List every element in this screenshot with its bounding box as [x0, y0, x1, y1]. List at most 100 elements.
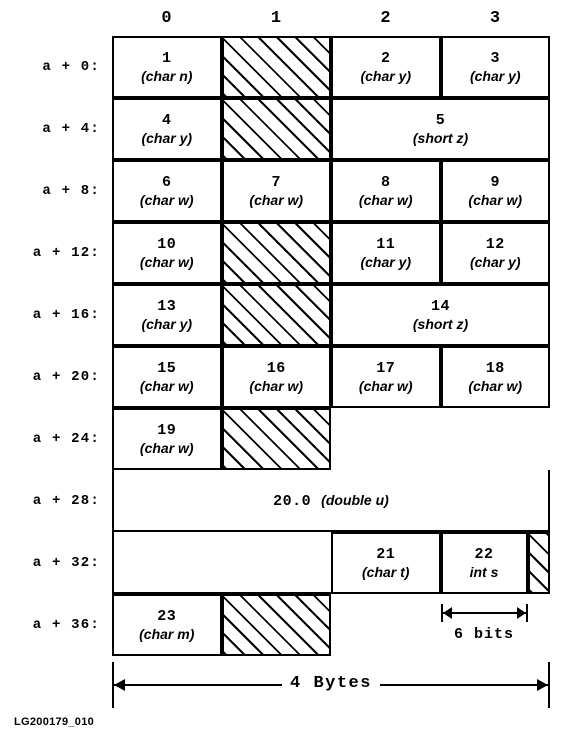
field-cell-17: 17 (char w) — [331, 346, 441, 408]
field-type: (char w) — [139, 377, 194, 394]
field-type: (char w) — [139, 253, 194, 270]
field-cell-6: 6 (char w) — [112, 160, 222, 222]
column-header-2: 2 — [380, 9, 392, 28]
field-cell-2: 2 (char y) — [331, 36, 441, 98]
field-cell-18: 18 (char w) — [440, 346, 550, 408]
field-cell-22-bitfield: 22 int s — [440, 532, 528, 594]
field-type: (char w) — [468, 377, 523, 394]
row-offset-label-a-plus-32: a + 32: — [32, 555, 100, 571]
field-number: 13 — [157, 297, 177, 315]
field-number: 7 — [271, 173, 281, 191]
table-row: 21 (char t) 22 int s — [112, 532, 550, 594]
padding-cell — [221, 222, 331, 284]
field-cell-5: 5 (short z) — [331, 98, 550, 160]
field-cell-1: 1 (char n) — [112, 36, 222, 98]
field-type: (char y) — [469, 253, 521, 270]
open-area-cell — [331, 408, 550, 470]
field-type: int s — [469, 563, 499, 580]
field-number: 19 — [157, 421, 177, 439]
field-number: 20.0 — [273, 492, 312, 510]
padding-cell — [221, 36, 331, 98]
row-offset-label-a-plus-0: a + 0: — [42, 59, 100, 75]
row-offset-label-a-plus-28: a + 28: — [32, 493, 100, 509]
field-number: 11 — [376, 235, 396, 253]
field-type: (char y) — [360, 253, 412, 270]
field-cell-11: 11 (char y) — [331, 222, 441, 284]
field-type: (char y) — [141, 129, 193, 146]
field-number: 22 — [474, 545, 494, 563]
field-number: 15 — [157, 359, 177, 377]
field-cell-3: 3 (char y) — [440, 36, 550, 98]
padding-cell — [221, 98, 331, 160]
field-number: 18 — [485, 359, 505, 377]
field-number: 3 — [490, 49, 500, 67]
row-offset-label-a-plus-4: a + 4: — [42, 121, 100, 137]
row-offset-label-a-plus-36: a + 36: — [32, 617, 100, 633]
field-cell-20: 20.0 (double u) — [112, 470, 550, 532]
table-row: 4 (char y) 5 (short z) — [112, 98, 550, 160]
row-offset-label-a-plus-24: a + 24: — [32, 431, 100, 447]
byte-width-measure-arrow: 4 Bytes — [112, 662, 550, 708]
bitfield-measure-arrow — [440, 604, 528, 622]
row-offset-label-a-plus-12: a + 12: — [32, 245, 100, 261]
field-number: 4 — [161, 111, 172, 129]
field-type: (char w) — [249, 377, 304, 394]
field-number: 21 — [376, 545, 396, 563]
padding-cell — [221, 594, 331, 656]
field-cell-10: 10 (char w) — [112, 222, 222, 284]
field-cell-16: 16 (char w) — [221, 346, 331, 408]
column-header-1: 1 — [270, 9, 282, 28]
field-type: (short z) — [412, 129, 469, 146]
row-offset-label-a-plus-8: a + 8: — [42, 183, 100, 199]
field-number: 6 — [161, 173, 172, 191]
field-type: (short z) — [412, 315, 469, 332]
memory-grid: 1 (char n) 2 (char y) 3 (char y) 4 (char… — [112, 36, 550, 656]
table-row: 1 (char n) 2 (char y) 3 (char y) — [112, 36, 550, 98]
field-cell-21: 21 (char t) — [331, 532, 441, 594]
field-number: 2 — [380, 49, 391, 67]
field-type: (char w) — [468, 191, 523, 208]
open-area-cell — [112, 532, 331, 594]
field-number: 23 — [157, 607, 177, 625]
byte-column-headers: 0 1 2 3 — [112, 6, 550, 32]
field-type: (char t) — [362, 563, 410, 580]
field-cell-23: 23 (char m) — [112, 594, 222, 656]
field-type: (char n) — [141, 67, 193, 84]
field-number: 8 — [380, 173, 391, 191]
field-type: (char w) — [139, 439, 194, 456]
field-cell-15: 15 (char w) — [112, 346, 222, 408]
field-cell-12: 12 (char y) — [440, 222, 550, 284]
field-type: (char w) — [249, 191, 304, 208]
field-number: 14 — [430, 297, 450, 315]
field-type: (char y) — [141, 315, 193, 332]
field-type: (char m) — [139, 625, 195, 642]
column-header-3: 3 — [489, 9, 501, 28]
field-cell-4: 4 (char y) — [112, 98, 222, 160]
field-cell-9: 9 (char w) — [440, 160, 550, 222]
field-cell-13: 13 (char y) — [112, 284, 222, 346]
field-cell-19: 19 (char w) — [112, 408, 222, 470]
byte-width-measure-label: 4 Bytes — [282, 674, 380, 693]
table-row: 20.0 (double u) — [112, 470, 550, 532]
field-number: 10 — [157, 235, 177, 253]
figure-caption: LG200179_010 — [14, 716, 95, 728]
field-number: 12 — [485, 235, 505, 253]
padding-cell — [221, 284, 331, 346]
padding-cell — [221, 408, 331, 470]
field-type: (char y) — [469, 67, 521, 84]
field-number: 16 — [266, 359, 286, 377]
memory-layout-diagram: 0 1 2 3 a + 0: a + 4: a + 8: a + 12: a +… — [0, 0, 567, 750]
field-cell-7: 7 (char w) — [221, 160, 331, 222]
row-offset-label-a-plus-20: a + 20: — [32, 369, 100, 385]
field-type: (double u) — [321, 491, 389, 508]
row-offset-label-a-plus-16: a + 16: — [32, 307, 100, 323]
field-type: (char w) — [358, 191, 413, 208]
table-row: 15 (char w) 16 (char w) 17 (char w) 18 (… — [112, 346, 550, 408]
field-number: 9 — [490, 173, 500, 191]
field-number: 1 — [161, 49, 172, 67]
field-type: (char y) — [360, 67, 412, 84]
bitfield-measure-label: 6 bits — [453, 626, 514, 643]
field-type: (char w) — [139, 191, 194, 208]
field-type: (char w) — [358, 377, 413, 394]
table-row: 13 (char y) 14 (short z) — [112, 284, 550, 346]
